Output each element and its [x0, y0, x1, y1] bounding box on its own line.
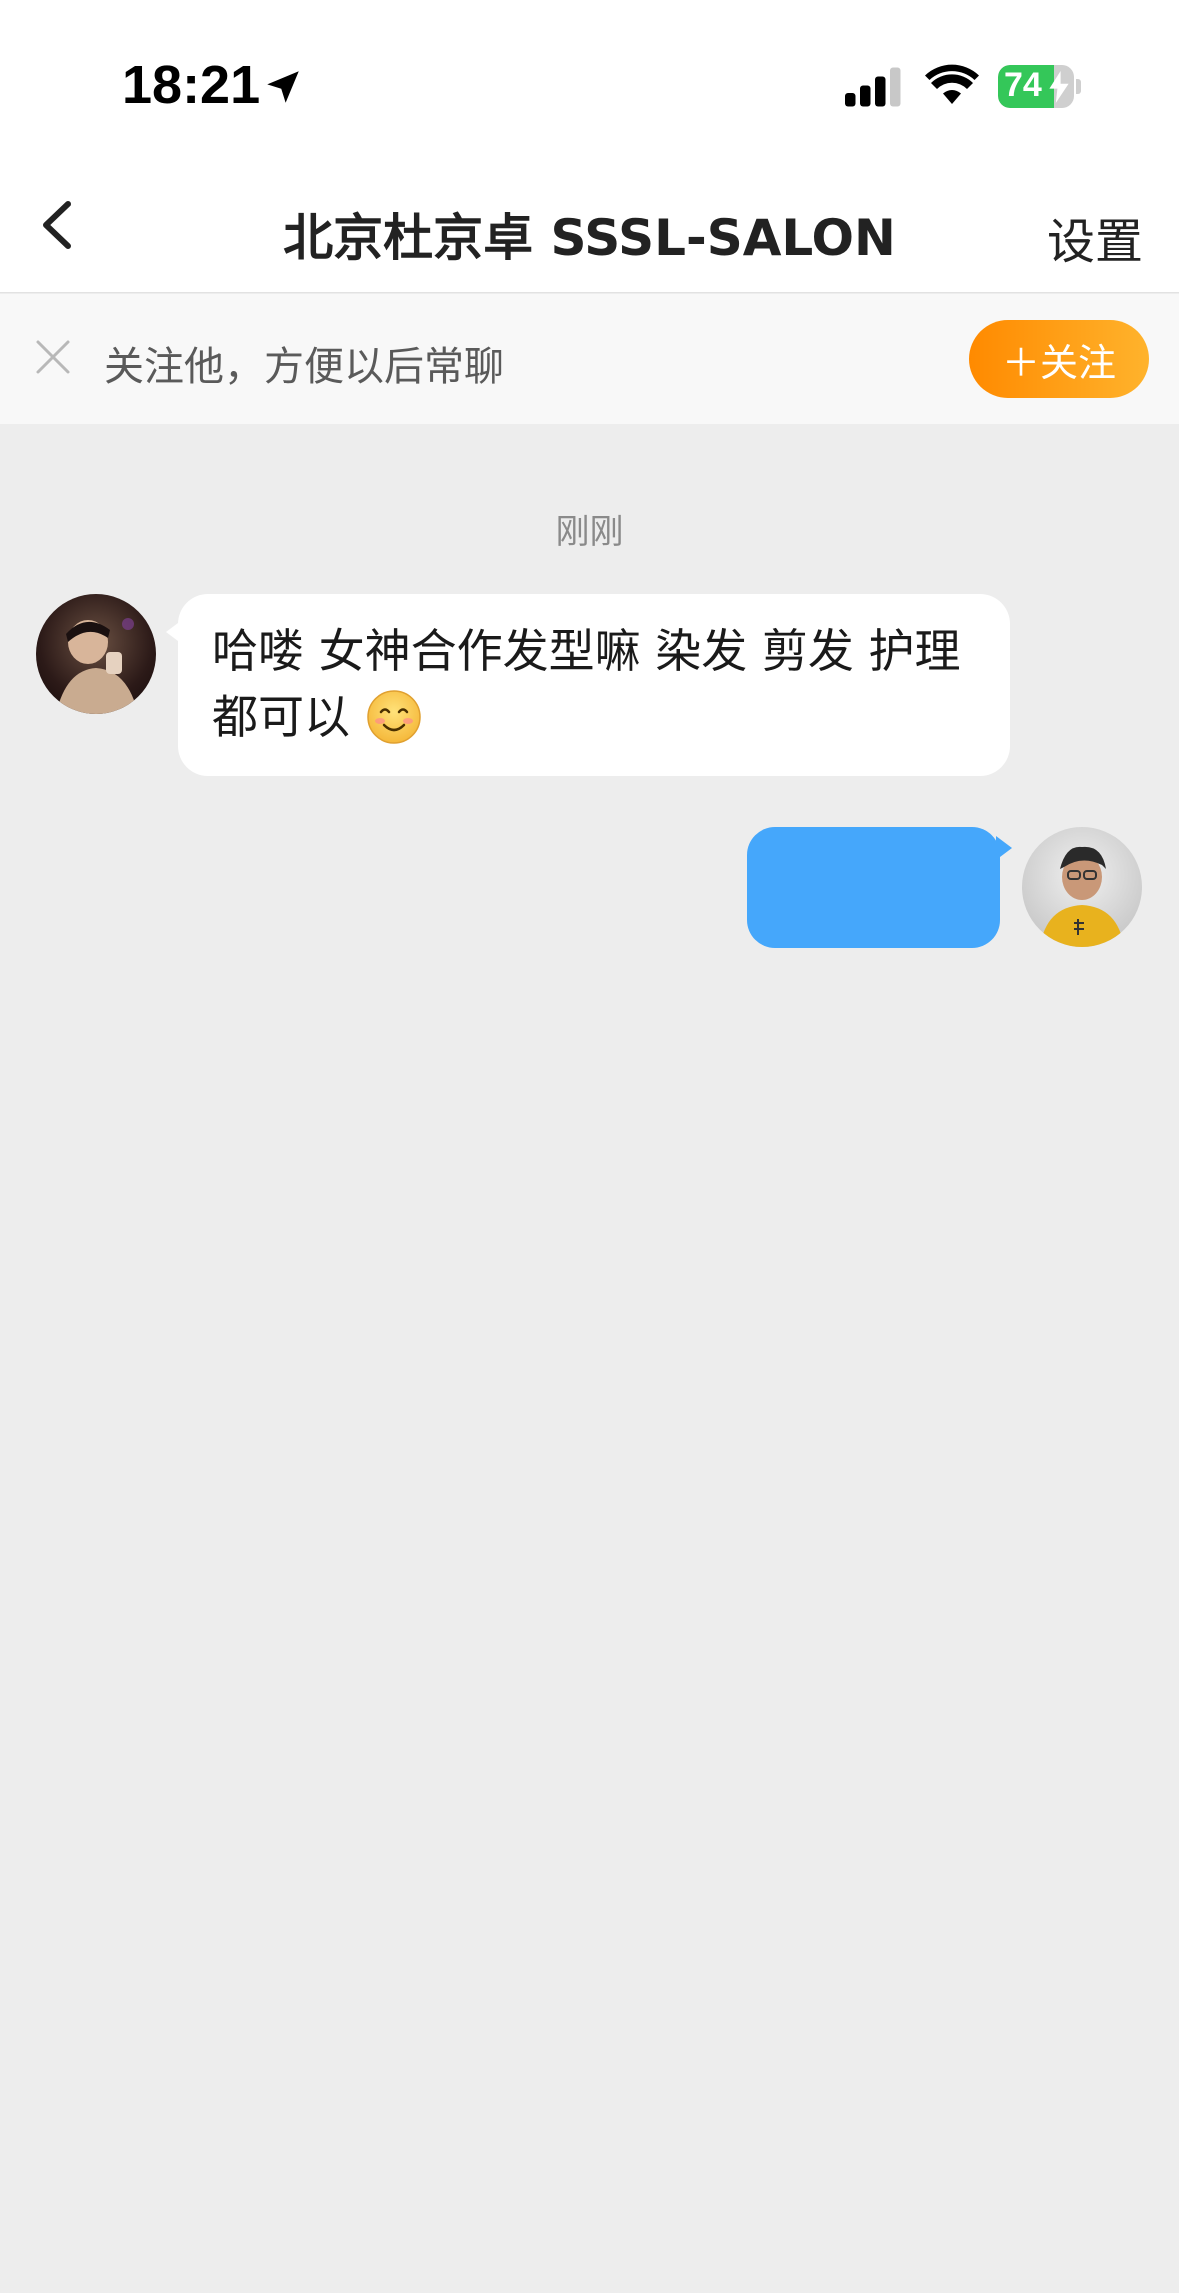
follow-button[interactable]: ＋关注 [969, 320, 1149, 398]
location-arrow-icon [267, 71, 299, 103]
incoming-message-text: 哈喽 女神合作发型嘛 染发 剪发 护理都可以 [212, 624, 961, 744]
status-bar: 18:21 74 [0, 0, 1179, 170]
nav-bar: 北京杜京卓 SSSL-SALON 设置 [0, 170, 1179, 293]
chat-area[interactable]: 刚刚 哈喽 女神合作发型嘛 染发 剪发 护理都可以 [0, 424, 1179, 2293]
outgoing-message-bubble[interactable] [747, 827, 1000, 948]
user-avatar[interactable] [1022, 827, 1142, 947]
message-timestamp: 刚刚 [555, 512, 624, 552]
wifi-icon [925, 64, 979, 104]
battery-level: 74 [1004, 66, 1042, 104]
smiling-face-emoji-icon [367, 689, 421, 744]
cellular-signal-icon [845, 67, 901, 107]
status-time: 18:21 [122, 55, 261, 115]
page-title: 北京杜京卓 SSSL-SALON [283, 209, 896, 267]
close-icon[interactable] [30, 334, 76, 380]
back-button-chevron-left-icon[interactable] [24, 190, 94, 260]
outgoing-bubble-tail [996, 836, 1012, 860]
settings-button[interactable]: 设置 [1047, 202, 1143, 272]
incoming-message-bubble[interactable]: 哈喽 女神合作发型嘛 染发 剪发 护理都可以 [178, 594, 1010, 776]
battery-charging-icon: 74 [998, 65, 1081, 108]
contact-avatar[interactable] [36, 594, 156, 714]
follow-banner-text: 关注他，方便以后常聊 [104, 344, 504, 390]
follow-banner: 关注他，方便以后常聊 ＋关注 [0, 294, 1179, 424]
charging-bolt-icon [1049, 71, 1069, 103]
